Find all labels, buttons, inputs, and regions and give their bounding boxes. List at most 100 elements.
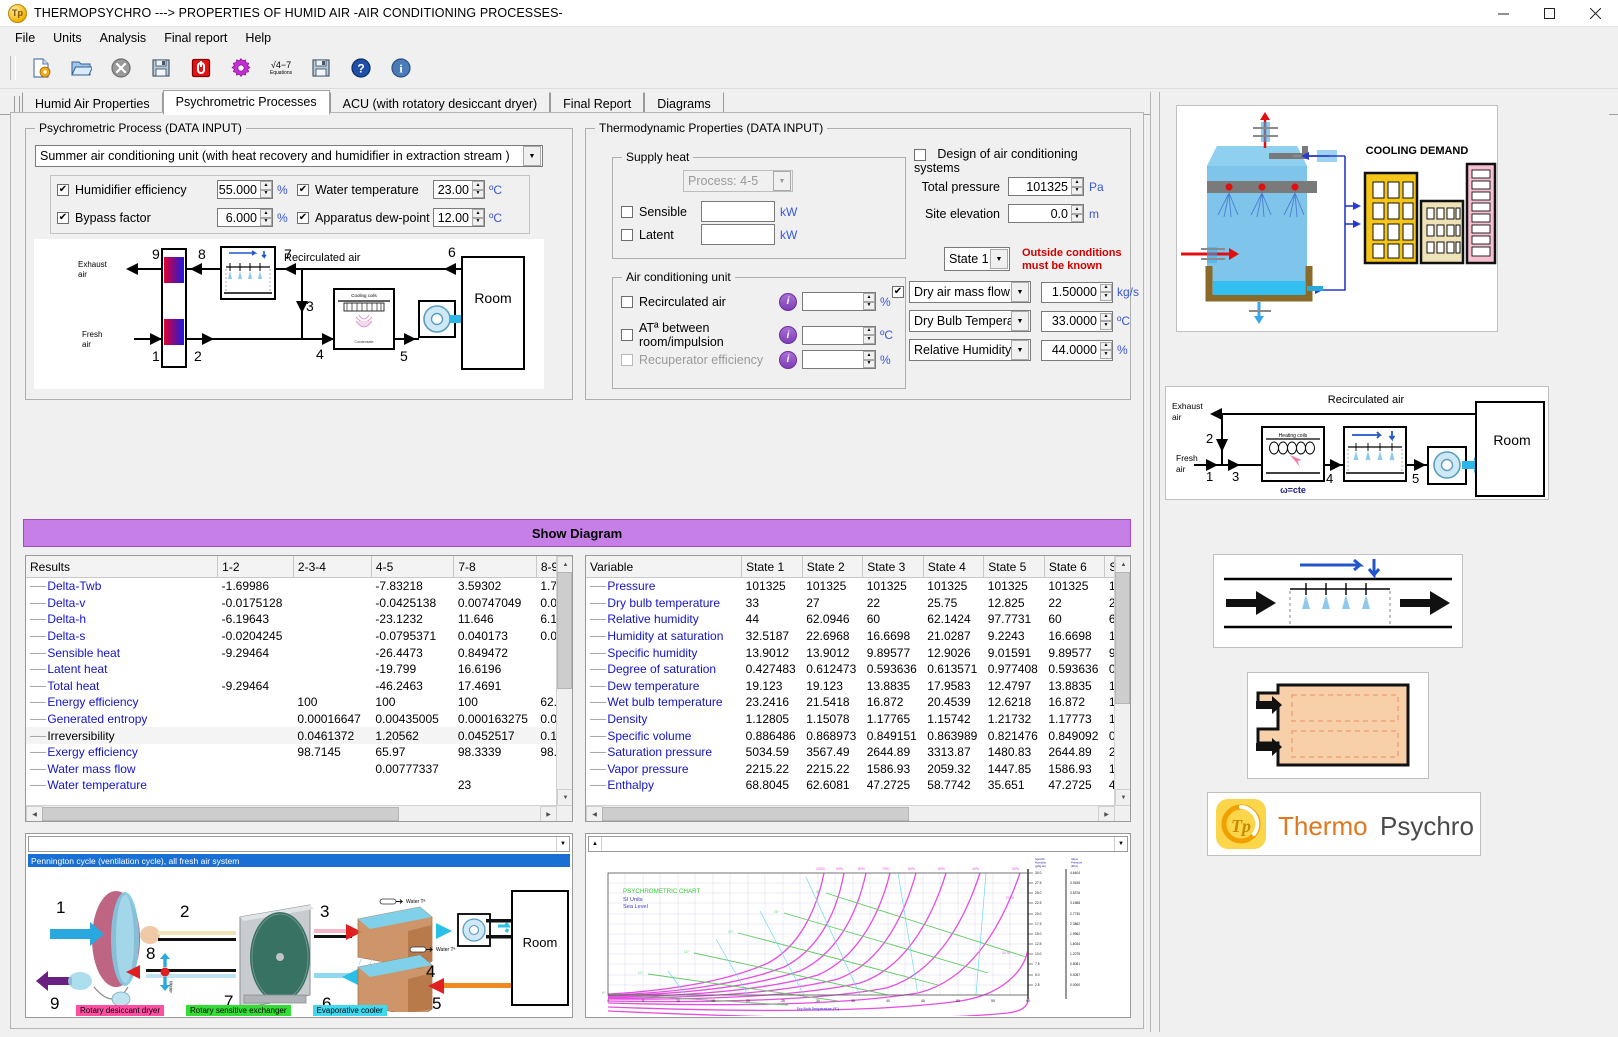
table-row[interactable]: ── Sensible heat -9.29464 -26.4473 0.849472 <box>26 644 557 661</box>
close-button[interactable] <box>1572 0 1618 26</box>
table-row[interactable]: ── Saturation pressure 5034.59 3567.49 2644… <box>586 744 1115 761</box>
info-icon[interactable]: i <box>779 350 797 369</box>
table-row[interactable]: ── Total heat -9.29464 -46.2463 17.4691 <box>26 678 557 695</box>
humidifier-efficiency-stepper[interactable]: ▲ ▼ <box>260 181 272 198</box>
variable-header-1[interactable]: State 1 <box>741 556 803 578</box>
info-icon[interactable]: i <box>382 51 420 85</box>
table-row[interactable]: ── Irreversibility 0.0461372 1.20562 0.0452… <box>26 727 557 744</box>
recuperator-efficiency-input[interactable]: ▲ ▼ <box>802 350 876 369</box>
menu-file[interactable]: File <box>6 29 44 47</box>
info-icon[interactable]: i <box>779 292 797 311</box>
results-header-3[interactable]: 4-5 <box>371 556 455 578</box>
results-horizontal-scrollbar[interactable]: ◀ ▶ <box>26 805 557 821</box>
save-icon[interactable] <box>142 51 180 85</box>
chevron-down-icon[interactable]: ▼ <box>1011 311 1029 331</box>
bypass-factor-input[interactable]: 6.000 ▲ ▼ <box>217 208 273 227</box>
dry-air-mass-flow-select[interactable]: Dry air mass flow ▼ <box>909 281 1031 303</box>
dry-air-mass-flow-stepper[interactable]: ▲ ▼ <box>1100 283 1112 301</box>
variable-header-4[interactable]: State 4 <box>923 556 985 578</box>
chevron-up-icon[interactable]: ▲ <box>589 837 602 851</box>
equations-icon[interactable]: √4−7 Equations <box>262 51 300 85</box>
table-row[interactable]: ── Pressure 101325 101325 101325 101325 10132… <box>586 578 1115 595</box>
table-row[interactable]: ── Wet bulb temperature 23.2416 21.5418 16.… <box>586 694 1115 711</box>
results-header-0[interactable]: Results <box>26 556 219 578</box>
recuperator-efficiency-checkbox[interactable] <box>621 353 633 366</box>
chart-select[interactable]: ▲ ▼ <box>588 836 1128 852</box>
scroll-left-icon[interactable]: ◀ <box>586 806 603 821</box>
variable-header-3[interactable]: State 3 <box>862 556 924 578</box>
relative-humidity-stepper[interactable]: ▲ ▼ <box>1100 341 1112 359</box>
water-temperature-checkbox[interactable]: ✔ <box>297 183 309 196</box>
results-hscroll-thumb[interactable] <box>42 807 399 821</box>
variable-header-6[interactable]: State 6 <box>1044 556 1106 578</box>
cancel-icon[interactable] <box>102 51 140 85</box>
maximize-button[interactable] <box>1526 0 1572 26</box>
table-row[interactable]: ── Degree of saturation 0.427483 0.612473 0… <box>586 661 1115 678</box>
apparatus-dew-point-checkbox[interactable]: ✔ <box>297 211 309 224</box>
dry-bulb-temperature-input[interactable]: 33.0000 ▲ ▼ <box>1041 310 1113 332</box>
table-row[interactable]: ── Specific volume 0.886486 0.868973 0.8491… <box>586 727 1115 744</box>
latent-checkbox[interactable] <box>621 228 633 241</box>
minimize-button[interactable] <box>1480 0 1526 26</box>
dry-air-mass-flow-input[interactable]: 1.50000 ▲ ▼ <box>1041 281 1113 303</box>
results-header-4[interactable]: 7-8 <box>453 556 537 578</box>
bypass-factor-stepper[interactable]: ▲ ▼ <box>260 209 272 226</box>
variable-vscroll-thumb[interactable] <box>1115 572 1130 704</box>
scroll-up-icon[interactable]: ▲ <box>557 556 572 573</box>
stop-icon[interactable] <box>182 51 220 85</box>
process-type-select[interactable]: Summer air conditioning unit (with heat … <box>35 145 543 167</box>
table-row[interactable]: ── Exergy efficiency 98.7145 65.97 98.3339 9… <box>26 744 557 761</box>
chevron-down-icon[interactable]: ▼ <box>1011 340 1029 360</box>
delta-t-room-impulsion-input[interactable]: ▲ ▼ <box>802 325 876 345</box>
sensible-input[interactable] <box>701 201 775 222</box>
chevron-down-icon[interactable]: ▼ <box>990 249 1008 269</box>
show-diagram-button[interactable]: Show Diagram <box>23 519 1131 547</box>
menu-analysis[interactable]: Analysis <box>91 29 156 47</box>
scroll-up-icon[interactable]: ▲ <box>1115 556 1130 573</box>
apparatus-dew-point-input[interactable]: 12.00 ▲ ▼ <box>433 208 485 227</box>
open-folder-icon[interactable] <box>62 51 100 85</box>
chevron-down-icon[interactable]: ▼ <box>556 837 569 851</box>
humidifier-efficiency-checkbox[interactable]: ✔ <box>57 183 69 196</box>
bypass-factor-checkbox[interactable]: ✔ <box>57 211 69 224</box>
delta-t-room-impulsion-checkbox[interactable] <box>621 329 633 341</box>
tab-psychrometric-processes[interactable]: Psychrometric Processes <box>162 90 330 115</box>
chevron-down-icon[interactable]: ▼ <box>523 146 541 166</box>
table-row[interactable]: ── Water temperature 23 <box>26 777 557 794</box>
recirculated-air-stepper[interactable]: ▲ ▼ <box>863 293 875 310</box>
recuperator-efficiency-stepper[interactable]: ▲ ▼ <box>863 351 875 368</box>
variable-hscroll-thumb[interactable] <box>602 807 909 821</box>
results-vertical-scrollbar[interactable]: ▲ ▼ <box>556 556 572 821</box>
recirculated-air-input[interactable]: ▲ ▼ <box>802 292 876 311</box>
table-row[interactable]: ── Dry bulb temperature 33 27 22 25.75 12.825… <box>586 595 1115 612</box>
sensible-checkbox[interactable] <box>621 205 633 218</box>
info-icon[interactable]: i <box>779 326 797 344</box>
table-row[interactable]: ── Enthalpy 68.8045 62.6081 47.2725 58.7742 3… <box>586 777 1115 794</box>
results-header-2[interactable]: 2-3-4 <box>293 556 372 578</box>
variable-vertical-scrollbar[interactable]: ▲ ▼ <box>1114 556 1130 821</box>
results-header-5[interactable]: 8-9 <box>536 556 557 578</box>
results-header-1[interactable]: 1-2 <box>217 556 294 578</box>
chevron-down-icon[interactable]: ▼ <box>1114 837 1127 851</box>
new-document-icon[interactable] <box>22 51 60 85</box>
results-vscroll-thumb[interactable] <box>557 572 572 689</box>
chevron-down-icon[interactable]: ▼ <box>1011 282 1029 302</box>
total-pressure-input[interactable]: 101325 ▲ ▼ <box>1008 177 1084 196</box>
relative-humidity-select[interactable]: Relative Humidity ▼ <box>909 339 1031 361</box>
pennington-select[interactable]: ▼ <box>28 836 570 852</box>
table-row[interactable]: ── Humidity at saturation 32.5187 22.6968 1… <box>586 628 1115 645</box>
table-row[interactable]: ── Delta-h -6.19643 -23.1232 11.646 6.19643 <box>26 611 557 628</box>
scroll-down-icon[interactable]: ▼ <box>557 789 572 806</box>
water-temperature-stepper[interactable]: ▲ ▼ <box>472 181 484 198</box>
menu-help[interactable]: Help <box>236 29 280 47</box>
table-row[interactable]: ── Specific humidity 13.9012 13.9012 9.8957… <box>586 644 1115 661</box>
scroll-left-icon[interactable]: ◀ <box>26 806 43 821</box>
table-row[interactable]: ── Water mass flow 0.00777337 <box>26 761 557 778</box>
state-select[interactable]: State 1 ▼ <box>944 247 1010 271</box>
variable-header-0[interactable]: Variable <box>586 556 743 578</box>
chevron-down-icon[interactable]: ▼ <box>773 171 791 191</box>
apparatus-dew-point-stepper[interactable]: ▲ ▼ <box>472 209 484 226</box>
scroll-right-icon[interactable]: ▶ <box>1098 806 1115 821</box>
humidifier-efficiency-input[interactable]: 55.000 ▲ ▼ <box>217 180 273 199</box>
supply-heat-process-select[interactable]: Process: 4-5 ▼ <box>683 170 793 192</box>
